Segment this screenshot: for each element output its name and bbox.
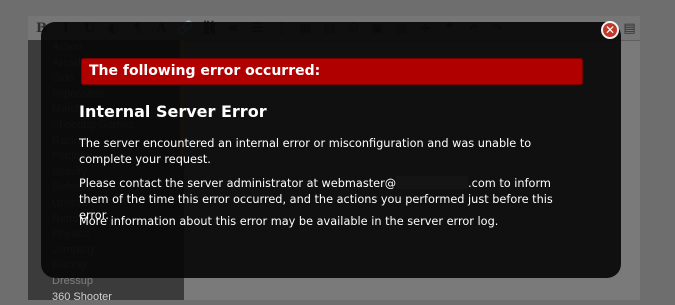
document-icon[interactable]: ▤ [619,18,640,38]
log-message: More information about this error may be… [79,214,579,230]
error-banner-text: The following error occurred: [89,63,320,79]
error-banner: The following error occurred: [81,58,583,85]
contact-text-before: Please contact the server administrator … [79,177,396,190]
redacted-domain [396,176,468,189]
close-icon[interactable]: ✕ [601,21,619,39]
list-item[interactable]: 360 Shooter [28,290,184,305]
dialog-title: Internal Server Error [79,102,267,121]
error-message: The server encountered an internal error… [79,136,579,168]
